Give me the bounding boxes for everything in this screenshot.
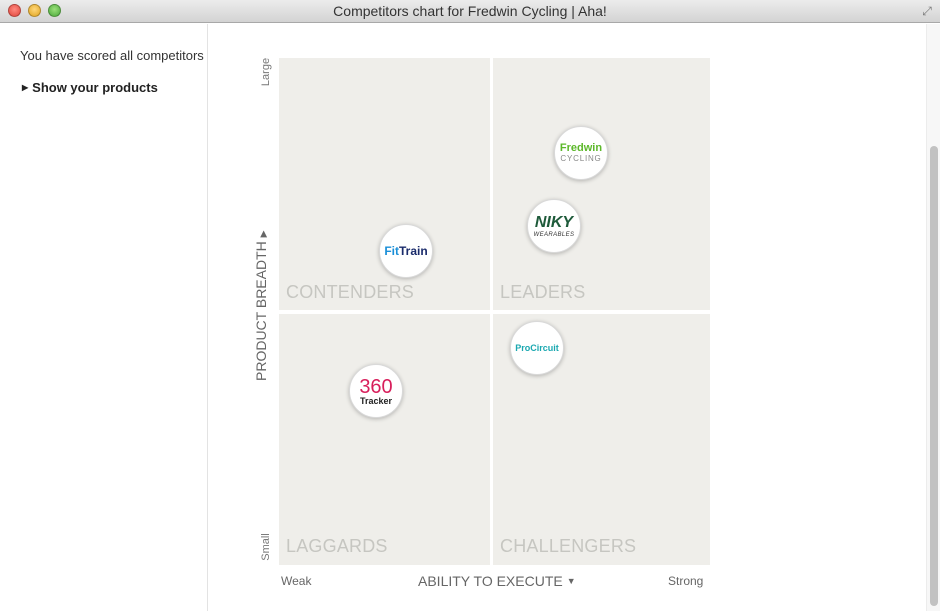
quadrant-label-leaders: LEADERS [500, 282, 586, 302]
y-axis[interactable]: PRODUCT BREADTH ▶ [253, 230, 272, 390]
title-bar: Competitors chart for Fredwin Cycling | … [0, 0, 940, 23]
x-axis-label[interactable]: ABILITY TO EXECUTE ▼ [418, 573, 576, 589]
disclosure-triangle-icon: ▶ [22, 83, 29, 92]
quadrant-leaders: LEADERS [493, 58, 710, 310]
y-axis-min-label: Small [260, 533, 272, 561]
sidebar: You have scored all competitors ▶ Show yo… [0, 24, 208, 611]
competitor-logo-line1: ProCircuit [515, 342, 559, 353]
competitor-logo-part2: Train [398, 244, 428, 258]
competitor-logo-line2: Tracker [359, 395, 393, 406]
competitor-360-tracker[interactable]: 360 Tracker [349, 364, 403, 418]
competitor-logo-line1: NIKY [534, 213, 574, 231]
y-axis-max-label: Large [260, 57, 272, 87]
competitor-logo-line1: Fredwin [559, 142, 603, 154]
competitor-logo-line2: CYCLING [560, 154, 602, 163]
x-axis-max-label: Strong [668, 574, 704, 588]
show-products-label: Show your products [32, 80, 158, 95]
competitor-niky-wearables[interactable]: NIKY WEARABLES [527, 199, 581, 253]
show-products-toggle[interactable]: ▶ Show your products [22, 80, 158, 95]
competitor-procircuit[interactable]: ProCircuit [510, 321, 564, 375]
quadrant-label-laggards: LAGGARDS [286, 536, 388, 556]
scored-status-text: You have scored all competitors [20, 48, 204, 63]
x-axis-min-label: Weak [281, 574, 312, 588]
y-axis-label[interactable]: PRODUCT BREADTH ▶ [253, 230, 269, 381]
quadrant-contenders: CONTENDERS [279, 58, 490, 310]
quadrant-label-contenders: CONTENDERS [286, 282, 415, 302]
app-window: Competitors chart for Fredwin Cycling | … [0, 0, 940, 611]
vertical-scrollbar[interactable] [926, 24, 940, 611]
quadrant-laggards: LAGGARDS [279, 314, 490, 565]
window-title: Competitors chart for Fredwin Cycling | … [333, 3, 607, 19]
quadrant-label-challengers: CHALLENGERS [500, 536, 637, 556]
competitors-chart: CONTENDERS LEADERS LAGGARDS CHALLENGERS … [279, 58, 710, 565]
x-axis-dropdown-icon: ▼ [566, 576, 576, 586]
competitor-fittrain[interactable]: FitTrain [379, 224, 433, 278]
competitor-fredwin-cycling[interactable]: Fredwin CYCLING [554, 126, 608, 180]
competitor-logo-part1: Fit [384, 244, 399, 258]
scrollbar-thumb[interactable] [930, 146, 938, 606]
fullscreen-icon[interactable]: ⤢ [920, 4, 934, 18]
competitor-logo-line1: 360 [359, 375, 393, 398]
competitor-logo-line2: WEARABLES [533, 231, 575, 238]
